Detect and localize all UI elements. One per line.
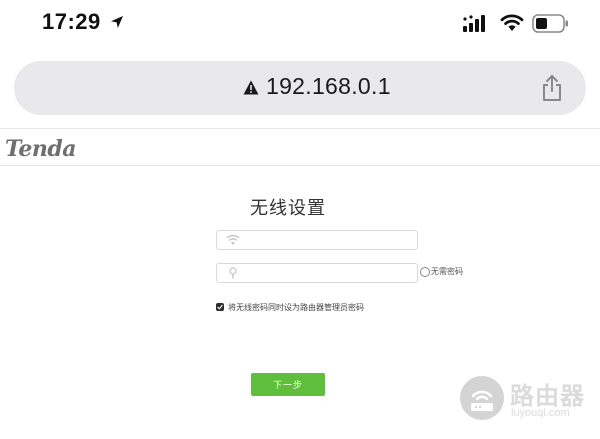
password-input[interactable] xyxy=(245,265,410,281)
wifi-icon xyxy=(226,234,240,245)
warning-triangle-icon xyxy=(243,80,259,95)
no-password-radio[interactable] xyxy=(420,267,430,277)
sync-admin-checkbox[interactable] xyxy=(216,303,224,311)
page-title: 无线设置 xyxy=(250,198,326,218)
battery-icon xyxy=(532,14,568,33)
header-divider xyxy=(0,165,600,166)
lock-icon xyxy=(229,267,237,279)
sync-admin-label: 将无线密码同时设为路由器管理员密码 xyxy=(228,303,364,312)
signal-icon xyxy=(463,15,485,32)
no-password-label: 无需密码 xyxy=(431,267,463,276)
address-bar[interactable]: 192.168.0.1 xyxy=(14,61,586,115)
ssid-field[interactable] xyxy=(216,230,418,250)
watermark-url: luyouqi.com xyxy=(511,407,570,419)
ssid-input[interactable] xyxy=(245,232,410,248)
next-button[interactable]: 下一步 xyxy=(251,373,325,396)
share-icon[interactable] xyxy=(540,74,564,102)
location-arrow-icon xyxy=(111,16,123,28)
password-field[interactable] xyxy=(216,263,418,283)
wifi-icon xyxy=(500,14,524,31)
router-logo-icon xyxy=(460,376,504,420)
address-url[interactable]: 192.168.0.1 xyxy=(266,73,391,100)
status-time: 17:29 xyxy=(42,9,101,34)
status-bar: 17:29 xyxy=(0,0,600,50)
watermark-title: 路由器 xyxy=(510,383,585,410)
top-divider xyxy=(0,128,600,129)
watermark: 路由器 luyouqi.com xyxy=(458,374,588,426)
checkmark-icon xyxy=(217,304,223,310)
tenda-logo: Tenda xyxy=(5,136,76,162)
